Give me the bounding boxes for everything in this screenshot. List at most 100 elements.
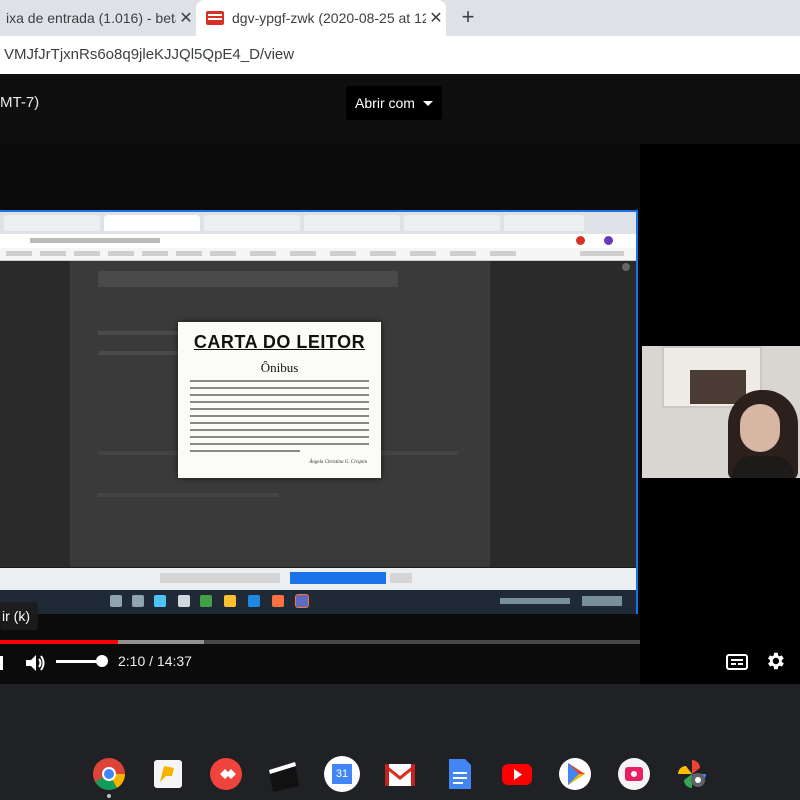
shared-ext-icon [576,236,585,245]
shared-taskbar-icon [132,595,144,607]
time-display: 2:10 / 14:37 [118,653,192,669]
drive-viewer-header: MT-7) Abrir com [0,74,800,144]
video-file-icon [206,11,224,25]
screencast-icon[interactable] [616,756,652,792]
captions-icon[interactable] [726,654,748,670]
video-frame[interactable]: CARTA DO LEITOR Ônibus Ângela Christina … [0,144,800,684]
pause-icon [0,656,3,670]
clapper-icon[interactable] [265,756,301,792]
address-bar[interactable]: VMJfJrTjxnRs6o8q9jleKJJQl5QpE4_D/view [0,36,800,75]
shared-os-taskbar [0,590,636,614]
shared-bookmark [450,251,476,256]
open-with-button[interactable]: Abrir com [346,86,442,120]
shared-download-item [390,573,412,583]
letter-text-line [190,422,369,424]
new-tab-button[interactable]: + [456,4,480,30]
tab-video-label: dgv-ypgf-zwk (2020-08-25 at 12: [232,10,426,26]
person-body [732,456,794,478]
shared-bookmark [370,251,396,256]
shared-page-text [98,331,178,335]
shared-bookmark [410,251,436,256]
shared-url [30,238,160,243]
close-icon [622,263,630,271]
anydesk-icon[interactable] [208,756,244,792]
pause-button[interactable] [0,652,10,674]
webcam-feed [642,346,800,478]
shared-tab [404,215,500,231]
shared-tab [104,215,200,231]
letter-text-line [190,387,369,389]
shared-tray [500,598,570,604]
shared-bookmark [490,251,516,256]
volume-icon[interactable] [24,652,48,674]
letter-title: CARTA DO LEITOR [193,332,366,352]
shared-taskbar-icon [224,595,236,607]
letter-text-line [190,443,369,445]
gmail-icon[interactable] [382,756,418,792]
caret-down-icon [422,100,433,106]
shared-bookmark [108,251,134,256]
shared-tab [204,215,300,231]
letter-text-line [190,415,369,417]
shared-download-bar [0,568,636,590]
settings-gear-icon[interactable] [764,650,786,672]
open-with-label: Abrir com [355,95,415,111]
shared-browser-tabs [0,212,636,234]
keep-icon[interactable] [150,756,186,792]
shared-download-item [160,573,280,583]
chrome-icon[interactable] [91,756,127,792]
shared-bookmark [142,251,168,256]
letter-signature: Ângela Christina G. Crispim [309,460,367,465]
shared-taskbar-icon [200,595,212,607]
letter-subtitle: Ônibus [260,360,299,375]
tab-inbox-label: ixa de entrada (1.016) - betan [6,10,176,26]
running-indicator [107,794,111,798]
close-tab-icon[interactable]: ✕ [426,8,446,28]
letter-text-line [190,394,369,396]
close-tab-icon[interactable]: ✕ [176,8,196,28]
photos-icon[interactable] [674,756,710,792]
letter-text-line [190,408,369,410]
letter-text-line [190,429,369,431]
shared-bookmark [580,251,624,256]
shared-bookmark [6,251,32,256]
volume-knob[interactable] [96,655,108,667]
letter-text-line [190,450,300,452]
video-player[interactable]: CARTA DO LEITOR Ônibus Ângela Christina … [0,144,800,684]
shared-tab [304,215,400,231]
shared-page-text [98,351,178,355]
tab-video[interactable]: dgv-ypgf-zwk (2020-08-25 at 12: ✕ [196,0,446,36]
letter-text-line [190,436,369,438]
shared-taskbar-icon [248,595,260,607]
shared-clock [582,596,622,606]
letter-image: CARTA DO LEITOR Ônibus Ângela Christina … [178,322,381,478]
play-pause-tooltip: ir (k) [0,602,38,630]
tab-inbox[interactable]: ixa de entrada (1.016) - betan ✕ [0,0,196,36]
shared-taskbar-icon [110,595,122,607]
shared-taskbar-icon [272,595,284,607]
shared-tab [4,215,100,231]
shared-taskbar-icon [154,595,166,607]
shared-download-button [290,572,386,584]
played-bar [0,640,119,644]
docs-icon[interactable] [441,756,477,792]
url-text[interactable]: VMJfJrTjxnRs6o8q9jleKJJQl5QpE4_D/view [4,46,294,63]
play-store-icon[interactable] [557,756,593,792]
shared-bookmarks-bar [0,248,636,261]
shared-page-heading [98,271,398,287]
letter-text-line [190,380,369,382]
person-face [740,404,780,452]
shared-taskbar-icon [295,594,309,608]
shared-bookmark [330,251,356,256]
shared-avatar-icon [604,236,613,245]
shared-taskbar-icon [178,595,190,607]
shared-address-bar [0,234,636,248]
youtube-icon[interactable] [499,756,535,792]
calendar-icon[interactable]: 31 [324,756,360,792]
shared-page-text [98,493,278,497]
shared-bookmark [290,251,316,256]
letter-text-line [190,401,369,403]
shared-bookmark [250,251,276,256]
shared-bookmark [40,251,66,256]
calendar-day: 31 [332,764,352,784]
